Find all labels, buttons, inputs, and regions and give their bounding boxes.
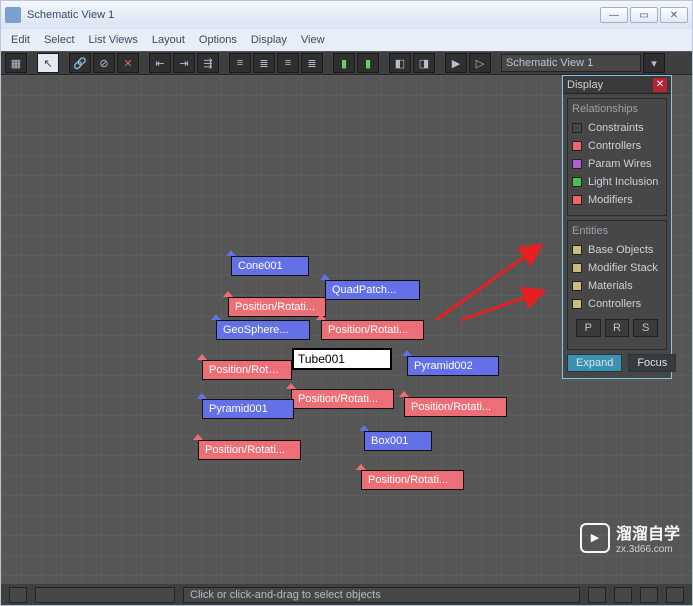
annotation-arrow-2 xyxy=(456,285,551,325)
close-button[interactable]: ✕ xyxy=(660,7,688,23)
node-cone001[interactable]: Cone001 xyxy=(231,256,309,276)
group-relationships: Relationships Constraints Controllers Pa… xyxy=(567,98,667,216)
btn-misc2-icon[interactable]: ◨ xyxy=(413,53,435,73)
rel-paramwires[interactable]: Param Wires xyxy=(572,155,662,173)
window-title: Schematic View 1 xyxy=(27,9,600,21)
btn-align2-icon[interactable]: ≣ xyxy=(253,53,275,73)
btn-focus[interactable]: Focus xyxy=(628,354,676,372)
ent-modifierstack[interactable]: Modifier Stack xyxy=(572,259,662,277)
group-label-entities: Entities xyxy=(572,225,662,237)
menu-listviews[interactable]: List Views xyxy=(89,34,138,46)
node-pyramid002[interactable]: Pyramid002 xyxy=(407,356,499,376)
btn-grid-icon[interactable]: ▦ xyxy=(5,53,27,73)
btn-p[interactable]: P xyxy=(576,319,601,337)
minimize-button[interactable]: — xyxy=(600,7,628,23)
status-btn-c[interactable] xyxy=(640,587,658,603)
btn-misc1-icon[interactable]: ◧ xyxy=(389,53,411,73)
btn-tri1-icon[interactable]: ▶ xyxy=(445,53,467,73)
display-panel-title[interactable]: Display ✕ xyxy=(563,76,671,94)
btn-align1-icon[interactable]: ≡ xyxy=(229,53,251,73)
display-panel[interactable]: Display ✕ Relationships Constraints Cont… xyxy=(562,75,672,379)
btn-unlink-icon[interactable]: ⊘ xyxy=(93,53,115,73)
menu-edit[interactable]: Edit xyxy=(11,34,30,46)
btn-r[interactable]: R xyxy=(605,319,630,337)
rel-lightinclusion[interactable]: Light Inclusion xyxy=(572,173,662,191)
btn-green1-icon[interactable]: ▮ xyxy=(333,53,355,73)
btn-expand-icon[interactable]: ⇥ xyxy=(173,53,195,73)
watermark: ▶ 溜溜自学 zx.3d66.com xyxy=(580,520,680,555)
node-geosphere-posrot[interactable]: Position/Rotati... xyxy=(202,360,292,380)
node-cone001-posrot[interactable]: Position/Rotati... xyxy=(228,297,326,317)
btn-delete-icon[interactable]: ✕ xyxy=(117,53,139,73)
btn-children-icon[interactable]: ⇶ xyxy=(197,53,219,73)
node-tube-posrot[interactable]: Position/Rotati... xyxy=(291,389,394,409)
swatch-icon xyxy=(572,263,582,273)
node-quadpatch-posrot[interactable]: Position/Rotati... xyxy=(321,320,424,340)
swatch-icon xyxy=(572,159,582,169)
status-btn-d[interactable] xyxy=(666,587,684,603)
ent-baseobjects[interactable]: Base Objects xyxy=(572,241,662,259)
btn-link-icon[interactable]: 🔗 xyxy=(69,53,91,73)
canvas[interactable]: Cone001 Position/Rotati... QuadPatch... … xyxy=(1,75,692,583)
swatch-icon xyxy=(572,123,582,133)
group-label-relationships: Relationships xyxy=(572,103,662,115)
display-panel-close-icon[interactable]: ✕ xyxy=(653,78,667,92)
btn-collapse-icon[interactable]: ⇤ xyxy=(149,53,171,73)
maximize-button[interactable]: ▭ xyxy=(630,7,658,23)
node-rename-input[interactable] xyxy=(298,352,386,366)
status-btn-a[interactable] xyxy=(588,587,606,603)
swatch-icon xyxy=(572,281,582,291)
status-btn-left[interactable] xyxy=(9,587,27,603)
rel-controllers[interactable]: Controllers xyxy=(572,137,662,155)
node-tube-editing[interactable] xyxy=(292,348,392,370)
menu-display[interactable]: Display xyxy=(251,34,287,46)
node-pyramid001[interactable]: Pyramid001 xyxy=(202,399,294,419)
view-combo[interactable]: Schematic View 1 xyxy=(501,54,641,72)
node-pyramid001-posrot[interactable]: Position/Rotati... xyxy=(198,440,301,460)
rel-modifiers[interactable]: Modifiers xyxy=(572,191,662,209)
btn-align3-icon[interactable]: ≡ xyxy=(277,53,299,73)
menu-options[interactable]: Options xyxy=(199,34,237,46)
node-pyramid002-posrot[interactable]: Position/Rotati... xyxy=(404,397,507,417)
status-text: Click or click-and-drag to select object… xyxy=(183,587,580,603)
rel-constraints[interactable]: Constraints xyxy=(572,119,662,137)
annotation-arrow-1 xyxy=(431,235,551,325)
btn-viewmenu-icon[interactable]: ▾ xyxy=(643,53,665,73)
schematic-window: Schematic View 1 — ▭ ✕ Edit Select List … xyxy=(0,0,693,606)
btn-expand[interactable]: Expand xyxy=(567,354,622,372)
swatch-icon xyxy=(572,245,582,255)
menubar: Edit Select List Views Layout Options Di… xyxy=(1,29,692,51)
btn-green2-icon[interactable]: ▮ xyxy=(357,53,379,73)
status-slider[interactable] xyxy=(35,587,175,603)
menu-select[interactable]: Select xyxy=(44,34,75,46)
node-box001-posrot[interactable]: Position/Rotati... xyxy=(361,470,464,490)
toolbar: ▦ ↖ 🔗 ⊘ ✕ ⇤ ⇥ ⇶ ≡ ≣ ≡ ≣ ▮ ▮ ◧ ◨ ▶ ▷ Sche… xyxy=(1,51,692,75)
status-btn-b[interactable] xyxy=(614,587,632,603)
play-icon: ▶ xyxy=(580,523,610,553)
ent-materials[interactable]: Materials xyxy=(572,277,662,295)
titlebar[interactable]: Schematic View 1 — ▭ ✕ xyxy=(1,1,692,29)
btn-align4-icon[interactable]: ≣ xyxy=(301,53,323,73)
node-quadpatch[interactable]: QuadPatch... xyxy=(325,280,420,300)
menu-view[interactable]: View xyxy=(301,34,325,46)
statusbar: Click or click-and-drag to select object… xyxy=(1,583,692,605)
app-icon xyxy=(5,7,21,23)
menu-layout[interactable]: Layout xyxy=(152,34,185,46)
btn-tri2-icon[interactable]: ▷ xyxy=(469,53,491,73)
swatch-icon xyxy=(572,141,582,151)
ent-controllers[interactable]: Controllers xyxy=(572,295,662,313)
node-box001[interactable]: Box001 xyxy=(364,431,432,451)
group-entities: Entities Base Objects Modifier Stack Mat… xyxy=(567,220,667,350)
swatch-icon xyxy=(572,195,582,205)
btn-select-icon[interactable]: ↖ xyxy=(37,53,59,73)
btn-s[interactable]: S xyxy=(633,319,658,337)
swatch-icon xyxy=(572,177,582,187)
node-geosphere[interactable]: GeoSphere... xyxy=(216,320,310,340)
swatch-icon xyxy=(572,299,582,309)
